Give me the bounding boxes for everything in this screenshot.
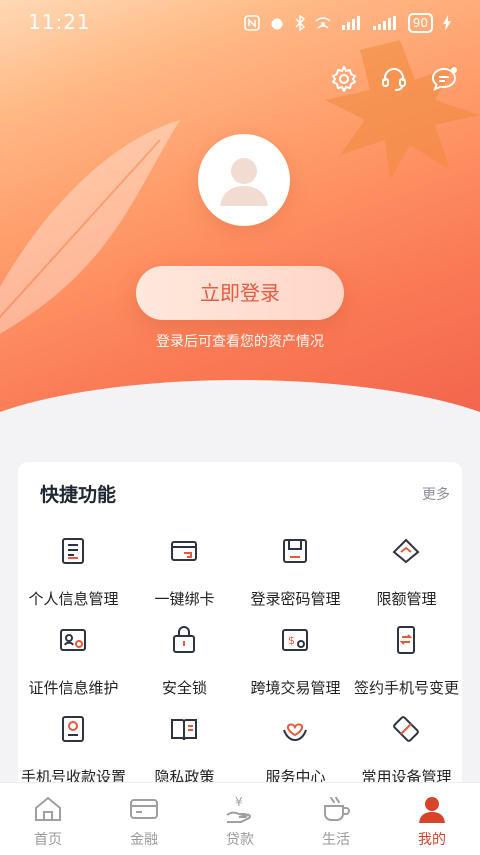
id-card-icon <box>60 629 86 651</box>
quick-item-label: 限额管理 <box>376 590 437 608</box>
signal-2-icon <box>372 16 396 30</box>
svg-text:¥: ¥ <box>235 795 243 809</box>
login-tip: 登录后可查看您的资产情况 <box>156 334 324 350</box>
battery-level: 90 <box>407 13 433 33</box>
quick-item-privacy[interactable]: 隐私政策 <box>129 708 240 782</box>
nfc-icon <box>243 15 260 31</box>
more-link[interactable]: 更多 <box>422 484 450 504</box>
privacy-book-icon <box>171 719 197 741</box>
cross-border-icon: $ <box>282 629 308 651</box>
header-fade <box>0 380 480 460</box>
quick-item-limit[interactable]: 限额管理 <box>351 530 462 619</box>
card-bind-icon <box>171 541 197 561</box>
signal-icon <box>341 16 360 30</box>
header-actions <box>330 65 458 93</box>
quick-functions-grid: 个人信息管理 一键绑卡 登录密码管理 限额管理 证件信息维护 安全锁 $ 跨境交… <box>18 530 462 782</box>
status-icons: 90 <box>243 13 452 33</box>
quick-functions-panel: 快捷功能 更多 个人信息管理 一键绑卡 登录密码管理 限额管理 证件信息维护 安… <box>18 462 462 782</box>
login-button[interactable]: 立即登录 <box>136 266 344 320</box>
decorative-maple-icon <box>325 40 480 180</box>
limit-icon <box>392 538 420 564</box>
tab-finance[interactable]: 金融 <box>96 783 192 855</box>
password-icon <box>283 539 307 563</box>
status-bar: 11:21 90 <box>0 0 480 46</box>
tab-life[interactable]: 生活 <box>288 783 384 855</box>
quick-item-security-lock[interactable]: 安全锁 <box>129 619 240 708</box>
status-time: 11:21 <box>28 10 91 34</box>
tab-mine[interactable]: 我的 <box>384 783 480 855</box>
loan-hand-icon: ¥ <box>226 795 251 823</box>
tab-label: 首页 <box>34 832 62 848</box>
quick-item-label: 一键绑卡 <box>154 590 215 608</box>
default-avatar-icon <box>202 138 286 222</box>
message-chat-icon[interactable] <box>430 65 458 93</box>
quick-item-label: 个人信息管理 <box>28 590 119 608</box>
phone-change-icon <box>397 626 415 654</box>
quick-item-phone-change[interactable]: 签约手机号变更 <box>351 619 462 708</box>
quick-item-personal-info[interactable]: 个人信息管理 <box>18 530 129 619</box>
bottom-tab-bar: 首页 金融 ¥ 贷款 生活 我的 <box>0 782 480 855</box>
tab-label: 生活 <box>322 832 350 848</box>
charging-icon <box>443 15 451 31</box>
decorative-leaf-icon <box>0 120 180 334</box>
quick-item-phone-receive[interactable]: 手机号收款设置 <box>18 708 129 782</box>
quick-item-service-center[interactable]: 服务中心 <box>240 708 351 782</box>
quick-item-id-info[interactable]: 证件信息维护 <box>18 619 129 708</box>
home-icon <box>35 796 61 821</box>
settings-gear-icon[interactable] <box>330 65 358 93</box>
tab-label: 金融 <box>130 832 158 848</box>
finance-card-icon <box>130 799 158 819</box>
quick-item-label: 登录密码管理 <box>250 590 341 608</box>
quick-item-label: 服务中心 <box>265 768 326 782</box>
quick-item-label: 常用设备管理 <box>361 768 452 782</box>
coffee-cup-icon <box>324 796 350 821</box>
quick-item-device[interactable]: 常用设备管理 <box>351 708 462 782</box>
customer-service-headset-icon[interactable] <box>380 65 408 93</box>
tab-loan[interactable]: ¥ 贷款 <box>192 783 288 855</box>
avatar[interactable] <box>198 134 290 226</box>
quick-item-label: 安全锁 <box>161 679 207 697</box>
tab-label: 贷款 <box>226 832 254 848</box>
quick-item-login-password[interactable]: 登录密码管理 <box>240 530 351 619</box>
quick-item-label: 签约手机号变更 <box>353 679 459 697</box>
quick-item-label: 证件信息维护 <box>28 679 119 697</box>
hotspot-icon <box>315 17 331 29</box>
quick-item-cross-border[interactable]: $ 跨境交易管理 <box>240 619 351 708</box>
tab-home[interactable]: 首页 <box>0 783 96 855</box>
profile-doc-icon <box>62 538 84 564</box>
quick-item-label: 跨境交易管理 <box>250 679 341 697</box>
quick-item-label: 隐私政策 <box>154 768 215 782</box>
phone-receive-icon <box>62 716 84 742</box>
bluetooth-icon <box>295 15 305 31</box>
alarm-icon <box>271 18 283 30</box>
service-heart-icon <box>283 723 307 742</box>
svg-text:$: $ <box>288 634 295 647</box>
lock-icon <box>173 626 195 653</box>
device-icon <box>393 716 419 742</box>
quick-item-label: 手机号收款设置 <box>20 768 126 782</box>
tab-label: 我的 <box>418 832 446 848</box>
quick-item-bind-card[interactable]: 一键绑卡 <box>129 530 240 619</box>
user-icon <box>419 797 445 823</box>
quick-functions-title: 快捷功能 <box>40 484 117 506</box>
